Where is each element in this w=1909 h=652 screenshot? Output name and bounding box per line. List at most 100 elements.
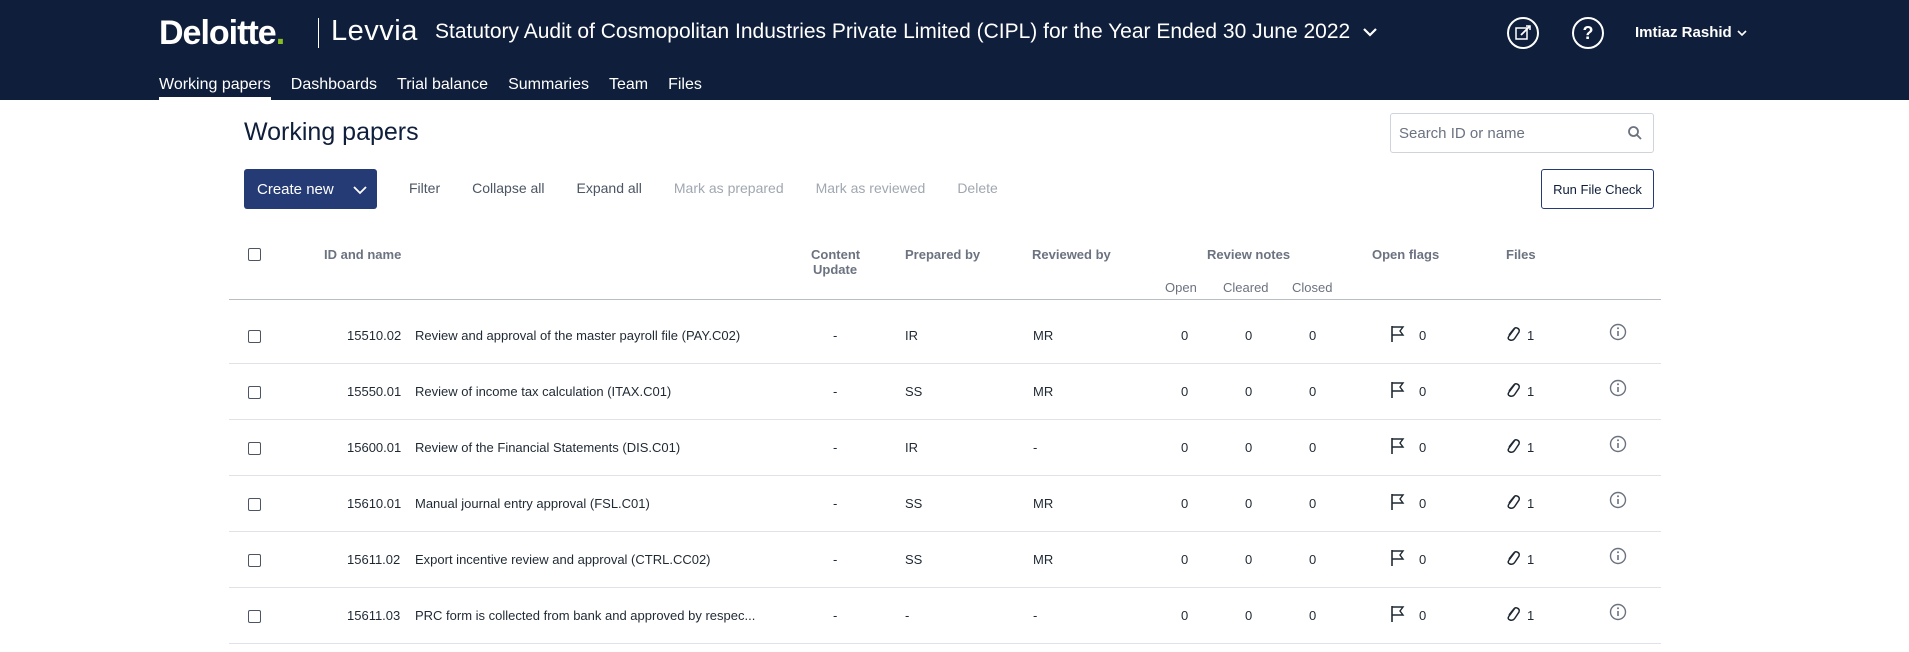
row-checkbox[interactable]	[248, 610, 261, 623]
row-reviewed-by: MR	[1033, 552, 1054, 567]
engagement-selector[interactable]: Statutory Audit of Cosmopolitan Industri…	[435, 20, 1378, 44]
mark-prepared-button[interactable]: Mark as prepared	[674, 180, 784, 196]
expand-all-button[interactable]: Expand all	[577, 180, 642, 196]
main-nav: Working papers Dashboards Trial balance …	[159, 76, 722, 100]
row-name[interactable]: Review of the Financial Statements (DIS.…	[415, 440, 680, 455]
row-files[interactable]: 1	[1527, 496, 1534, 511]
top-bar: Deloitte. Levvia Statutory Audit of Cosm…	[0, 0, 1909, 100]
row-prepared-by: SS	[905, 552, 923, 567]
info-icon[interactable]	[1609, 379, 1627, 397]
row-checkbox[interactable]	[248, 442, 261, 455]
row-checkbox[interactable]	[248, 498, 261, 511]
tab-dashboards[interactable]: Dashboards	[291, 76, 377, 100]
table-row[interactable]: 15610.01 Manual journal entry approval (F…	[229, 476, 1661, 532]
row-files[interactable]: 1	[1527, 384, 1534, 399]
flag-icon[interactable]	[1390, 325, 1406, 343]
row-notes-open: 0	[1181, 384, 1189, 399]
col-cleared[interactable]: Cleared	[1223, 280, 1269, 295]
table-row[interactable]: 15550.01 Review of income tax calculation…	[229, 364, 1661, 420]
flag-icon[interactable]	[1390, 605, 1406, 623]
flag-icon[interactable]	[1390, 493, 1406, 511]
tab-summaries[interactable]: Summaries	[508, 76, 589, 100]
tab-working-papers[interactable]: Working papers	[159, 76, 271, 100]
table-row[interactable]: 15600.01 Review of the Financial Statemen…	[229, 420, 1661, 476]
collapse-all-button[interactable]: Collapse all	[472, 180, 544, 196]
row-notes-open: 0	[1181, 328, 1189, 343]
paperclip-icon[interactable]	[1505, 493, 1521, 511]
select-all-checkbox[interactable]	[248, 248, 261, 261]
search-input[interactable]	[1399, 124, 1619, 142]
col-id-name[interactable]: ID and name	[324, 247, 401, 262]
row-content-update: -	[833, 608, 838, 623]
row-checkbox[interactable]	[248, 554, 261, 567]
row-notes-open: 0	[1181, 608, 1189, 623]
row-id[interactable]: 15611.03	[347, 608, 400, 623]
row-id[interactable]: 15611.02	[347, 552, 400, 567]
paperclip-icon[interactable]	[1505, 325, 1521, 343]
brand-divider	[318, 18, 319, 48]
row-files[interactable]: 1	[1527, 608, 1534, 623]
help-icon[interactable]: ?	[1572, 17, 1604, 49]
flag-icon[interactable]	[1390, 549, 1406, 567]
filter-button[interactable]: Filter	[409, 180, 440, 196]
row-name[interactable]: Manual journal entry approval (FSL.C01)	[415, 496, 650, 511]
info-icon[interactable]	[1609, 491, 1627, 509]
tab-trial-balance[interactable]: Trial balance	[397, 76, 488, 100]
search-icon[interactable]	[1627, 125, 1643, 141]
row-reviewed-by: MR	[1033, 496, 1054, 511]
create-new-button[interactable]: Create new	[244, 169, 377, 209]
paperclip-icon[interactable]	[1505, 605, 1521, 623]
row-open-flags: 0	[1419, 384, 1427, 399]
table-row[interactable]: 15510.02 Review and approval of the maste…	[229, 308, 1661, 364]
user-menu[interactable]: Imtiaz Rashid	[1635, 24, 1747, 41]
row-notes-closed: 0	[1309, 440, 1317, 455]
flag-icon[interactable]	[1390, 381, 1406, 399]
tab-files[interactable]: Files	[668, 76, 702, 100]
row-notes-cleared: 0	[1245, 608, 1253, 623]
col-files[interactable]: Files	[1506, 247, 1536, 262]
delete-button[interactable]: Delete	[957, 180, 997, 196]
row-open-flags: 0	[1419, 552, 1427, 567]
info-icon[interactable]	[1609, 603, 1627, 621]
row-files[interactable]: 1	[1527, 552, 1534, 567]
col-open[interactable]: Open	[1165, 280, 1197, 295]
info-icon[interactable]	[1609, 547, 1627, 565]
row-name[interactable]: Export incentive review and approval (CT…	[415, 552, 711, 567]
row-name[interactable]: PRC form is collected from bank and appr…	[415, 608, 755, 623]
paperclip-icon[interactable]	[1505, 549, 1521, 567]
row-id[interactable]: 15610.01	[347, 496, 401, 511]
row-id[interactable]: 15550.01	[347, 384, 401, 399]
info-icon[interactable]	[1609, 323, 1627, 341]
row-files[interactable]: 1	[1527, 440, 1534, 455]
col-reviewed-by[interactable]: Reviewed by	[1032, 247, 1111, 262]
row-reviewed-by: MR	[1033, 384, 1054, 399]
col-open-flags[interactable]: Open flags	[1372, 247, 1439, 262]
tab-team[interactable]: Team	[609, 76, 648, 100]
table-row[interactable]: 15611.02 Export incentive review and appr…	[229, 532, 1661, 588]
deloitte-logo[interactable]: Deloitte.	[159, 14, 285, 53]
paperclip-icon[interactable]	[1505, 437, 1521, 455]
col-prepared-by[interactable]: Prepared by	[905, 247, 980, 262]
row-name[interactable]: Review and approval of the master payrol…	[415, 328, 740, 343]
row-files[interactable]: 1	[1527, 328, 1534, 343]
edit-icon[interactable]	[1507, 17, 1539, 49]
search-box[interactable]	[1390, 113, 1654, 153]
row-checkbox[interactable]	[248, 386, 261, 399]
chevron-down-icon	[353, 186, 367, 195]
table-row[interactable]: 15611.03 PRC form is collected from bank …	[229, 588, 1661, 644]
row-id[interactable]: 15600.01	[347, 440, 401, 455]
row-id[interactable]: 15510.02	[347, 328, 401, 343]
row-notes-open: 0	[1181, 496, 1189, 511]
row-name[interactable]: Review of income tax calculation (ITAX.C…	[415, 384, 671, 399]
logo-text: Deloitte	[159, 14, 277, 52]
flag-icon[interactable]	[1390, 437, 1406, 455]
col-closed[interactable]: Closed	[1292, 280, 1332, 295]
run-file-check-button[interactable]: Run File Check	[1541, 169, 1654, 209]
mark-reviewed-button[interactable]: Mark as reviewed	[816, 180, 926, 196]
info-icon[interactable]	[1609, 435, 1627, 453]
row-checkbox[interactable]	[248, 330, 261, 343]
col-content-update[interactable]: Content	[811, 247, 860, 262]
paperclip-icon[interactable]	[1505, 381, 1521, 399]
row-reviewed-by: -	[1033, 440, 1038, 455]
row-notes-cleared: 0	[1245, 440, 1253, 455]
